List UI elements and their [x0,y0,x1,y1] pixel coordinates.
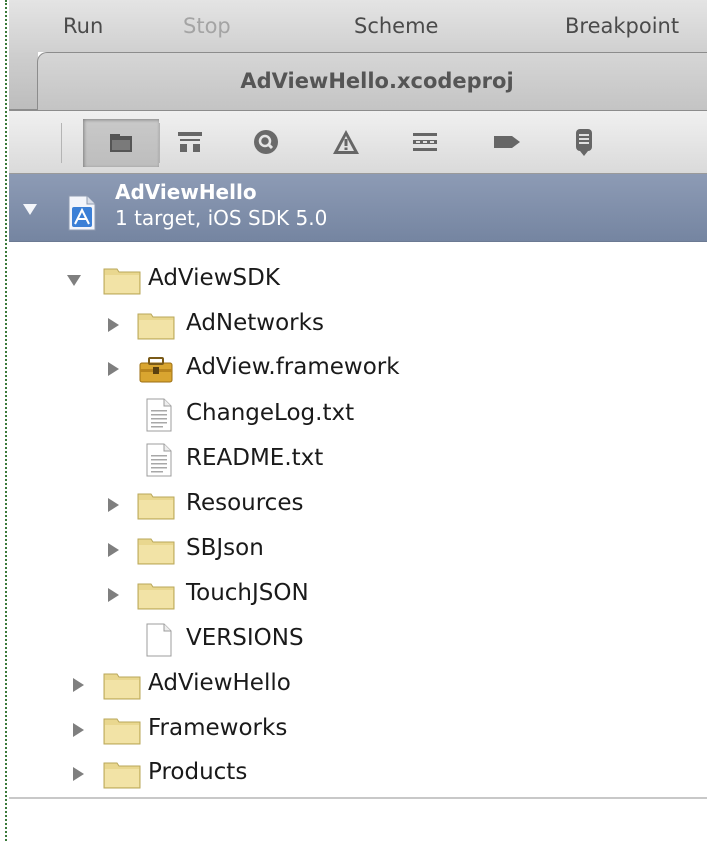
window-left-edge [0,0,7,841]
tree-row-sbjson[interactable]: SBJson [9,529,707,573]
disclosure-triangle-collapsed-icon[interactable] [108,498,119,512]
tree-row-frameworks[interactable]: Frameworks [9,709,707,753]
log-icon [576,129,592,156]
disclosure-triangle-collapsed-icon[interactable] [108,362,119,376]
text-file-icon [146,398,172,432]
disclosure-triangle-expanded-icon[interactable] [67,275,81,286]
breakpoint-icon [494,136,520,148]
tree-row-versions[interactable]: VERSIONS [9,619,707,663]
tree-item-label: TouchJSON [186,580,309,606]
symbol-navigator-tab[interactable] [173,125,207,159]
project-subtitle: 1 target, iOS SDK 5.0 [115,206,328,230]
tree-item-label: Resources [186,490,304,516]
text-file-icon [146,443,172,477]
framework-toolbox-icon [139,357,173,383]
breakpoint-navigator-tab[interactable] [490,125,524,159]
tree-item-label: Frameworks [148,715,288,741]
tree-row-adviewhello[interactable]: AdViewHello [9,664,707,708]
folder-icon [110,134,132,152]
icon-separator [159,123,160,163]
folder-icon [103,268,141,295]
debug-navigator-tab[interactable] [408,125,442,159]
navigator-filter-bar [9,799,707,841]
disclosure-triangle-collapsed-icon[interactable] [73,678,84,692]
toolbar: Run Stop Scheme Breakpoint [9,0,707,52]
folder-icon [103,673,141,700]
breakpoints-button[interactable]: Breakpoint [565,14,679,38]
run-button[interactable]: Run [63,14,103,38]
tree-row-adviewsdk[interactable]: AdViewSDK [9,259,707,303]
disclosure-triangle-collapsed-icon[interactable] [108,588,119,602]
folder-icon [137,493,175,520]
tree-item-label: Products [148,759,248,785]
tree-row-readme[interactable]: README.txt [9,439,707,483]
search-navigator-tab[interactable] [249,125,283,159]
disclosure-triangle-collapsed-icon[interactable] [73,723,84,737]
tree-item-label: SBJson [186,535,264,561]
tree-row-resources[interactable]: Resources [9,484,707,528]
tree-row-adnetworks[interactable]: AdNetworks [9,304,707,348]
disclosure-triangle-collapsed-icon[interactable] [73,767,84,781]
folder-icon [137,583,175,610]
disclosure-triangle-expanded-icon[interactable] [23,204,37,215]
blank-file-icon [146,623,172,657]
folder-icon [137,313,175,340]
tree-row-products[interactable]: Products [9,753,707,797]
warning-icon [333,130,359,154]
folder-icon [137,538,175,565]
folder-icon [103,762,141,789]
navigator-selector-bar [9,110,707,174]
xcode-project-icon [68,195,96,231]
tree-row-changelog[interactable]: ChangeLog.txt [9,394,707,438]
disclosure-triangle-collapsed-icon[interactable] [108,543,119,557]
tree-item-label: ChangeLog.txt [186,400,355,426]
project-name: AdViewHello [115,180,257,204]
tree-row-adview-framework[interactable]: AdView.framework [9,348,707,392]
project-row-adviewhello[interactable]: AdViewHello 1 target, iOS SDK 5.0 [9,174,707,242]
disclosure-triangle-collapsed-icon[interactable] [108,318,119,332]
window-title: AdViewHello.xcodeproj [240,69,514,93]
tab-adviewhello-xcodeproj[interactable]: AdViewHello.xcodeproj [37,52,707,110]
tree-row-touchjson[interactable]: TouchJSON [9,574,707,618]
project-navigator-tab[interactable] [83,119,159,167]
tree-item-label: README.txt [186,445,324,471]
search-icon [254,130,278,154]
tab-bar-filler [9,52,38,110]
stop-button[interactable]: Stop [183,14,231,38]
hierarchy-icon [178,132,202,152]
tree-item-label: AdView.framework [186,354,400,380]
tree-item-label: AdViewHello [148,670,291,696]
issue-navigator-tab[interactable] [329,125,363,159]
tree-item-label: AdNetworks [186,310,324,336]
icon-separator [61,123,62,163]
tree-item-label: VERSIONS [186,625,304,651]
scheme-button[interactable]: Scheme [354,14,438,38]
log-navigator-tab[interactable] [567,125,601,159]
list-icon [413,133,437,151]
tree-item-label: AdViewSDK [148,265,280,291]
folder-icon [103,718,141,745]
